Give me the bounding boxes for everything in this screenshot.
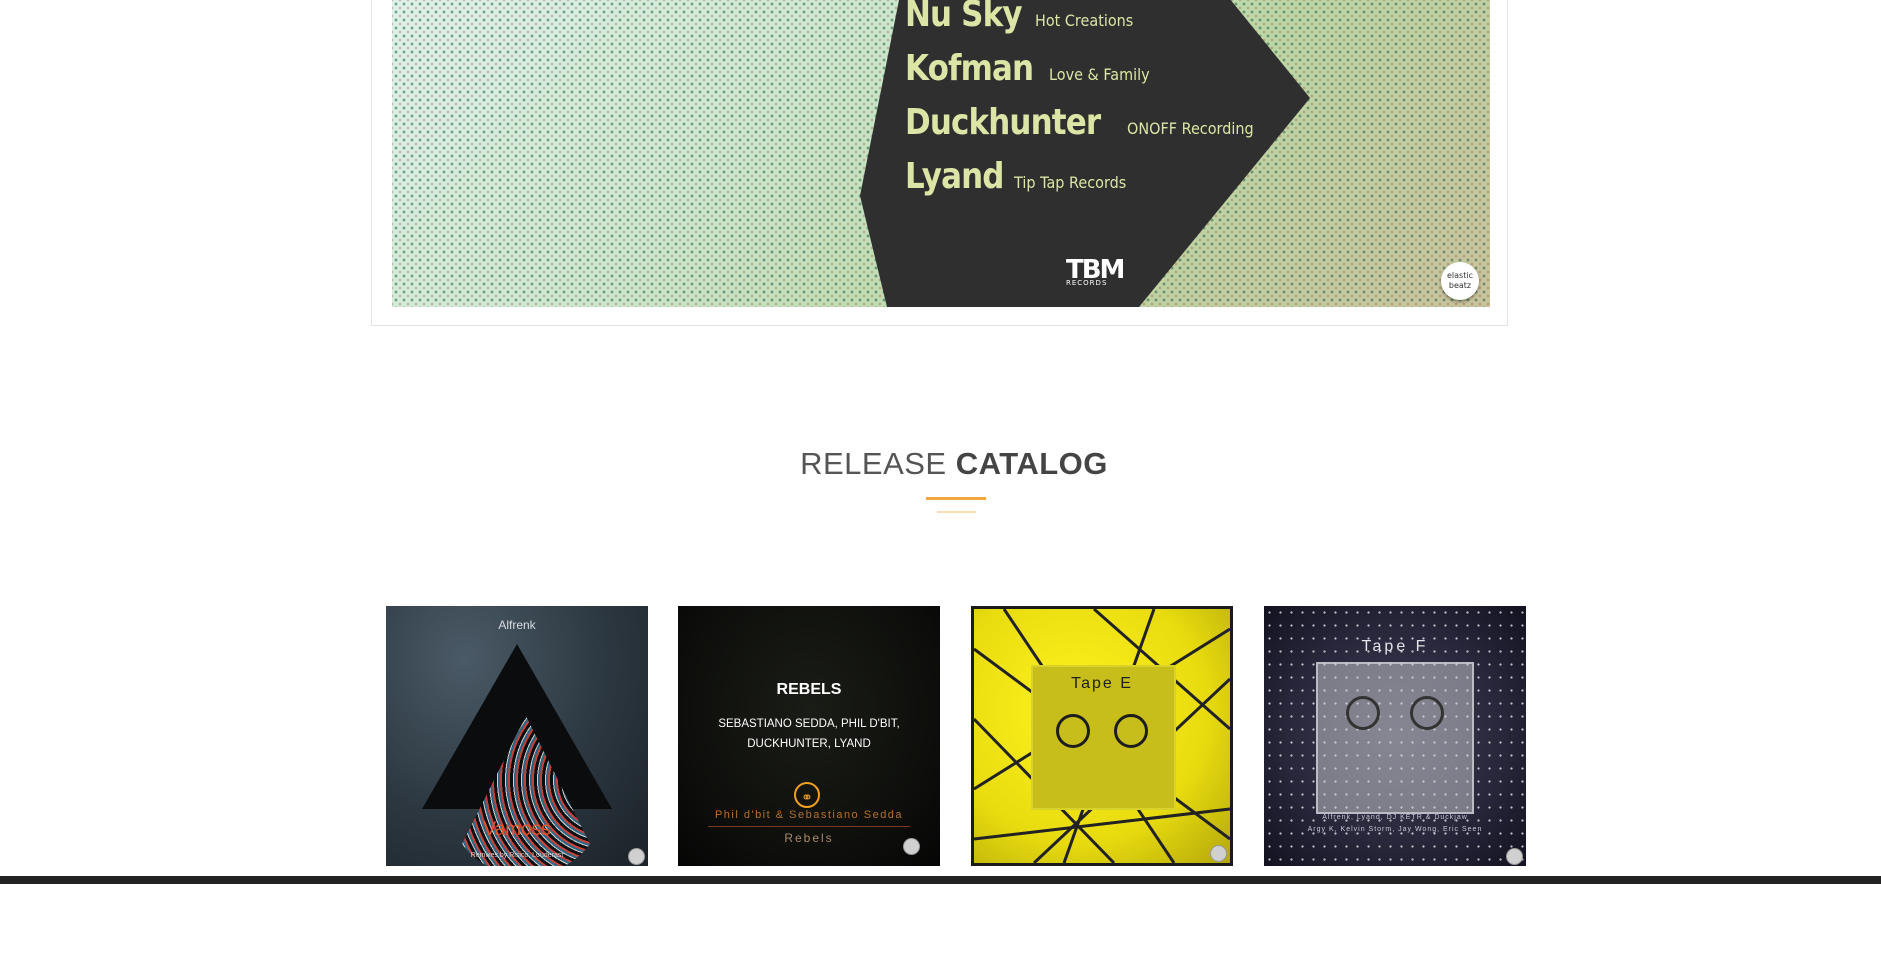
section-title-bold: CATALOG — [955, 446, 1108, 481]
headphones-icon: ⚭ — [794, 782, 820, 808]
cover-credit: Phil d'bit & Sebastiano Sedda — [714, 809, 904, 821]
lineup-label: Hot Creations — [1035, 11, 1134, 30]
lineup-row: Duckhunter ONOFF Recording — [905, 102, 1267, 143]
cover-artist: Alfrenk — [498, 618, 536, 632]
tape-reel-icon — [1410, 696, 1444, 730]
tape-reel-icon — [1346, 696, 1380, 730]
tbm-records-logo: TBM RECORDS — [1066, 255, 1125, 287]
lineup-artist: Duckhunter — [905, 102, 1101, 143]
lineup-label: ONOFF Recording — [1126, 119, 1254, 138]
title-underline-secondary — [937, 511, 976, 513]
label-badge-icon — [1506, 848, 1523, 865]
cover-title: REBELS — [776, 681, 842, 698]
cover-artists: Alfrenk, Lyand, DJ KETR & Duckjaw Argy K… — [1264, 812, 1526, 836]
tape-panel — [1316, 662, 1474, 814]
release-cover-rebels[interactable]: REBELS SEBASTIANO SEDDA, PHIL D'BIT, DUC… — [678, 606, 940, 866]
cover-title: Vamoss — [483, 819, 551, 840]
cover-divider — [708, 826, 910, 827]
lineup-artist: Nu Sky — [905, 0, 1023, 35]
cover-title: Tape F — [1361, 638, 1429, 655]
lineup-artist: Kofman — [905, 48, 1034, 89]
lineup-row: Nu Sky Hot Creations — [905, 0, 1144, 35]
release-cover-tape-e[interactable]: Tape E — [971, 606, 1233, 866]
label-badge-icon — [1210, 845, 1227, 862]
cover-title: Tape E — [1071, 675, 1133, 692]
section-title-light: RELEASE — [800, 446, 947, 481]
release-cover-vamoss[interactable]: Alfrenk Vamoss Remixes by Risico, Louder… — [386, 606, 648, 866]
lineup-artist: Lyand — [905, 156, 1004, 197]
lineup-label: Love & Family — [1048, 65, 1150, 84]
cover-subtitle: Rebels — [784, 831, 834, 845]
footer-divider-bar — [0, 876, 1881, 884]
cover-artists-line: Argy K, Kelvin Storm, Jay Wong, Eric See… — [1307, 826, 1483, 833]
label-badge-icon — [903, 838, 920, 855]
release-cover-tape-f[interactable]: Tape F Alfrenk, Lyand, DJ KETR & Duckjaw… — [1264, 606, 1526, 866]
title-underline — [926, 497, 986, 500]
lineup-row: Lyand Tip Tap Records — [905, 156, 1139, 197]
cover-subtitle: Remixes by Risico, Louderast — [470, 852, 564, 859]
tape-reel-icon — [1056, 714, 1090, 748]
cover-artists: SEBASTIANO SEDDA, PHIL D'BIT, DUCKHUNTER… — [718, 718, 900, 750]
cover-artists-line: Alfrenk, Lyand, DJ KETR & Duckjaw — [1322, 814, 1468, 821]
elastic-beatz-logo: elastic beatz — [1441, 262, 1479, 300]
tape-reel-icon — [1114, 714, 1148, 748]
section-title: RELEASE CATALOG — [0, 446, 1881, 482]
featured-event-banner[interactable]: Nu Sky Hot Creations Kofman Love & Famil… — [392, 0, 1490, 307]
lineup-row: Kofman Love & Family — [905, 48, 1160, 89]
lineup-label: Tip Tap Records — [1014, 173, 1127, 192]
label-badge-icon — [628, 848, 645, 865]
